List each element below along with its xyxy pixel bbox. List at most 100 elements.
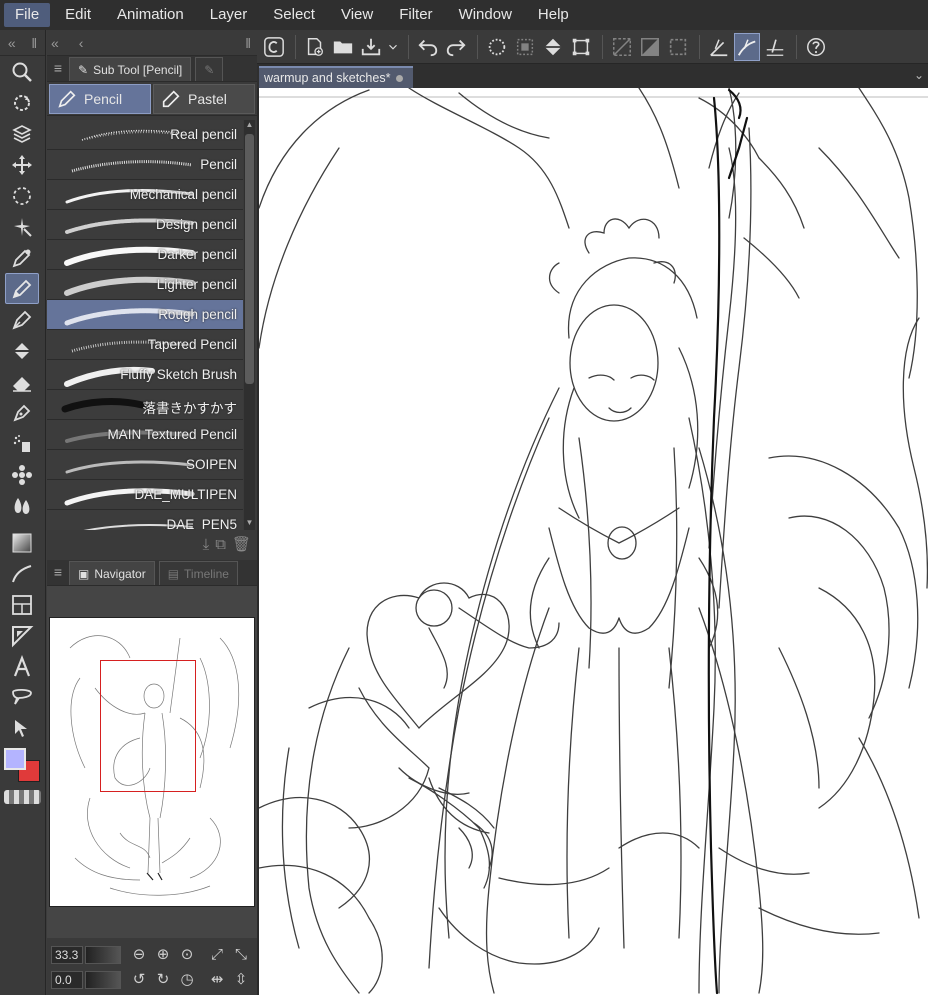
tab-subtool[interactable]: ✎ Sub Tool [Pencil]	[69, 57, 192, 81]
save-button[interactable]	[358, 33, 384, 61]
brush-pencil[interactable]: Pencil	[47, 150, 243, 180]
drawing-canvas[interactable]	[257, 88, 928, 995]
eyedropper-tool[interactable]	[0, 242, 44, 273]
brush-mechanical-pencil[interactable]: Mechanical pencil	[47, 180, 243, 210]
snap-to-grid-button[interactable]	[762, 33, 788, 61]
tab-tool-property[interactable]: ✎	[195, 57, 224, 81]
close-tab-icon[interactable]	[396, 74, 404, 82]
menu-help[interactable]: Help	[527, 3, 580, 27]
collapse-left-icon[interactable]: «	[51, 35, 59, 51]
zoom-field[interactable]: 33.3	[51, 946, 83, 964]
brush-rough-pencil[interactable]: Rough pencil	[47, 300, 243, 330]
figure-tool[interactable]	[0, 558, 44, 589]
snap-to-ruler-button[interactable]	[706, 33, 732, 61]
tab-timeline[interactable]: ▤ Timeline	[158, 561, 238, 585]
clear-outside-selection-button[interactable]	[512, 33, 538, 61]
eraser-tool[interactable]	[0, 366, 44, 397]
trash-icon[interactable]: 🗑	[232, 535, 251, 553]
auto-select-tool[interactable]	[0, 211, 44, 242]
fill-button[interactable]	[540, 33, 566, 61]
transparent-color-swatch[interactable]	[4, 790, 41, 804]
menu-animation[interactable]: Animation	[106, 3, 195, 27]
rotate-left-icon[interactable]: ↺	[129, 970, 149, 990]
brush-real-pencil[interactable]: Real pencil	[47, 120, 243, 150]
fit-to-navigator-icon[interactable]: ⤡	[231, 945, 251, 965]
chevron-left-icon[interactable]: ‹	[79, 35, 84, 51]
redo-button[interactable]	[443, 33, 469, 61]
frame-border-tool[interactable]	[0, 589, 44, 620]
brush-design-pencil[interactable]: Design pencil	[47, 210, 243, 240]
show-selection-area-button[interactable]	[665, 33, 691, 61]
brush-fluffy-sketch[interactable]: Fluffy Sketch Brush	[47, 360, 243, 390]
move-view-tool[interactable]	[0, 87, 44, 118]
group-pencil-button[interactable]: Pencil	[49, 84, 151, 114]
brush-main-textured-pencil[interactable]: MAIN Textured Pencil	[47, 420, 243, 450]
zoom-tool[interactable]	[0, 56, 44, 87]
selection-tool[interactable]	[0, 180, 44, 211]
invert-selection-button[interactable]	[637, 33, 663, 61]
menu-filter[interactable]: Filter	[388, 3, 443, 27]
brush-rakugaki[interactable]: 落書きかすかす	[47, 390, 243, 420]
collapse-left-icon[interactable]: «	[8, 35, 16, 51]
scroll-thumb[interactable]	[245, 134, 254, 384]
panel-menu-icon[interactable]: ≡	[47, 55, 69, 81]
rotate-right-icon[interactable]: ↻	[153, 970, 173, 990]
main-color-swatch[interactable]	[4, 748, 26, 770]
import-subtool-icon[interactable]: ⤓	[203, 536, 210, 553]
flip-vertical-icon[interactable]: ⇳	[231, 970, 251, 990]
brush-darker-pencil[interactable]: Darker pencil	[47, 240, 243, 270]
ruler-tool[interactable]	[0, 620, 44, 651]
pen-tool[interactable]	[0, 304, 44, 335]
fit-to-window-icon[interactable]: ⤢	[207, 945, 227, 965]
panel-grip-icon[interactable]: ‖	[245, 35, 251, 51]
menu-view[interactable]: View	[330, 3, 384, 27]
zoom-slider[interactable]	[85, 946, 121, 964]
chevron-down-icon[interactable]: ⌄	[914, 68, 924, 82]
blend-tool[interactable]	[0, 490, 44, 521]
pencil-tool[interactable]	[5, 273, 39, 304]
navigator-viewport-rect[interactable]	[100, 660, 196, 792]
brush-dae-pen5[interactable]: DAE_PEN5	[47, 510, 243, 530]
brush-soipen[interactable]: SOIPEN	[47, 450, 243, 480]
undo-button[interactable]	[415, 33, 441, 61]
brush-lighter-pencil[interactable]: Lighter pencil	[47, 270, 243, 300]
duplicate-subtool-icon[interactable]: ⧉	[215, 536, 226, 553]
menu-file[interactable]: File	[4, 3, 51, 27]
canvas-tab[interactable]: warmup and sketches*	[259, 66, 414, 88]
panel-grip-icon[interactable]: ‖	[31, 35, 37, 51]
scroll-down-icon[interactable]: ▼	[244, 518, 255, 530]
zoom-out-icon[interactable]: ⊖	[129, 945, 149, 965]
brush-list-scrollbar[interactable]: ▲ ▼	[244, 120, 255, 530]
group-pastel-button[interactable]: Pastel	[153, 84, 255, 114]
flip-horizontal-icon[interactable]: ⇹	[207, 970, 227, 990]
open-file-button[interactable]	[330, 33, 356, 61]
new-file-button[interactable]	[302, 33, 328, 61]
reset-rotation-icon[interactable]: ◷	[177, 970, 197, 990]
brush-tapered-pencil[interactable]: Tapered Pencil	[47, 330, 243, 360]
clear-button[interactable]	[484, 33, 510, 61]
navigator-preview[interactable]	[49, 617, 255, 907]
scroll-up-icon[interactable]: ▲	[244, 120, 255, 132]
transform-button[interactable]	[568, 33, 594, 61]
snap-to-special-ruler-button[interactable]	[734, 32, 760, 61]
actual-size-icon[interactable]: ⊙	[177, 945, 197, 965]
help-button[interactable]	[803, 33, 829, 61]
correct-line-tool[interactable]	[0, 713, 44, 744]
text-tool[interactable]	[0, 651, 44, 682]
brush-dae-multipen[interactable]: DAE_MULTIPEN	[47, 480, 243, 510]
move-layer-tool[interactable]	[0, 149, 44, 180]
rotation-field[interactable]: 0.0	[51, 971, 83, 989]
panel-menu-icon[interactable]: ≡	[47, 559, 69, 585]
rotation-slider[interactable]	[85, 971, 121, 989]
menu-layer[interactable]: Layer	[199, 3, 259, 27]
save-options-dropdown[interactable]	[386, 33, 400, 61]
gradient-tool[interactable]	[0, 527, 44, 558]
operation-tool[interactable]	[0, 118, 44, 149]
decoration-tool[interactable]	[0, 459, 44, 490]
airbrush-tool[interactable]	[0, 428, 44, 459]
tab-navigator[interactable]: ▣ Navigator	[69, 561, 155, 585]
zoom-in-icon[interactable]: ⊕	[153, 945, 173, 965]
clip-studio-button[interactable]	[261, 33, 287, 61]
menu-select[interactable]: Select	[262, 3, 326, 27]
color-swatch[interactable]	[0, 744, 45, 788]
